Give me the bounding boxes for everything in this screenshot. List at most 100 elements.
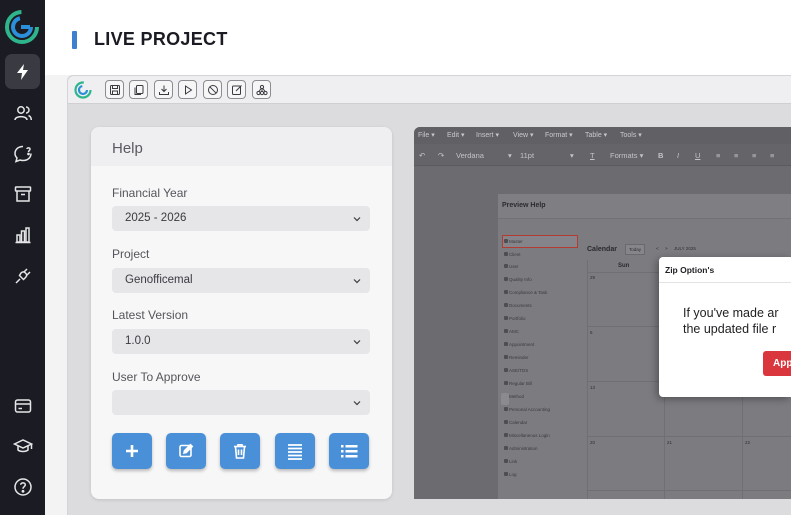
font-family-select[interactable]: Verdana (456, 151, 484, 160)
save-button[interactable] (105, 80, 124, 99)
financial-year-select[interactable]: 2025 - 2026 (112, 206, 370, 231)
underline-icon[interactable]: U (695, 151, 700, 160)
menu-item-icon (504, 342, 508, 346)
project-value: Genofficemal (125, 274, 193, 286)
download-icon (158, 85, 169, 95)
side-item: Personal Accounting (509, 407, 551, 412)
zip-options-dialog: Zip Option's If you've made ar the updat… (659, 257, 791, 397)
add-button[interactable] (112, 433, 152, 469)
side-item: Quality Info (509, 277, 532, 282)
align-left-icon[interactable]: ≡ (716, 151, 720, 160)
play-icon (184, 84, 192, 95)
side-item: AMC (509, 329, 519, 334)
edit-icon (179, 443, 194, 458)
nav-archive[interactable] (5, 176, 40, 211)
nav-reports[interactable] (5, 217, 40, 252)
redo-icon[interactable]: ↷ (438, 151, 444, 160)
align-center-icon[interactable]: ≡ (734, 151, 738, 160)
menu-item-icon (504, 472, 508, 476)
menu-edit[interactable]: Edit ▾ (447, 131, 465, 139)
chevron-down-icon (353, 401, 361, 406)
nav-live-project[interactable] (5, 54, 40, 89)
latest-version-label: Latest Version (112, 308, 189, 322)
list-button[interactable] (329, 433, 369, 469)
align-justify-icon[interactable]: ≡ (770, 151, 774, 160)
latest-version-select[interactable]: 1.0.0 (112, 329, 370, 354)
preview-help-title: Preview Help (498, 194, 791, 219)
cancel-button[interactable] (203, 80, 222, 99)
align-right-icon[interactable]: ≡ (752, 151, 756, 160)
side-item: Documents (509, 303, 532, 308)
side-item: Master (509, 239, 523, 244)
edit-button[interactable] (227, 80, 246, 99)
user-to-approve-select[interactable] (112, 390, 370, 415)
menu-item-icon (504, 433, 508, 437)
next-month-icon[interactable]: > (662, 244, 671, 255)
copy-button[interactable] (129, 80, 148, 99)
nav-integrations[interactable] (5, 258, 40, 293)
undo-icon[interactable]: ↶ (419, 151, 425, 160)
menu-table[interactable]: Table ▾ (585, 131, 607, 139)
menu-view[interactable]: View ▾ (513, 131, 534, 139)
hierarchy-button[interactable] (252, 80, 271, 99)
align-justify-button[interactable] (275, 433, 315, 469)
menu-item-icon (504, 316, 508, 320)
side-item: User (509, 264, 519, 269)
download-button[interactable] (154, 80, 173, 99)
menu-item-icon (504, 290, 508, 294)
menu-format[interactable]: Format ▾ (545, 131, 573, 139)
brand-logo[interactable] (5, 10, 39, 44)
align-justify-icon (288, 444, 302, 460)
toolbar-logo (74, 81, 92, 99)
prev-month-icon[interactable]: < (653, 244, 662, 255)
side-item: Compliance & Task (509, 290, 548, 295)
page-title: LIVE PROJECT (94, 29, 228, 49)
zip-message-line-2: the updated file r (683, 322, 777, 336)
project-select[interactable]: Genofficemal (112, 268, 370, 293)
menu-item-icon (504, 303, 508, 307)
menu-insert[interactable]: Insert ▾ (476, 131, 499, 139)
nav-training[interactable] (5, 428, 40, 463)
calendar-date: 13 (590, 385, 596, 390)
calendar-month: JULY 2025 (674, 246, 696, 251)
chevron-down-icon: ▾ (508, 151, 512, 160)
menu-item-icon (504, 329, 508, 333)
archive-icon (14, 185, 31, 202)
menu-item-icon (504, 277, 508, 281)
font-size-select[interactable]: 11pt (520, 151, 534, 160)
run-button[interactable] (178, 80, 197, 99)
menu-tools[interactable]: Tools ▾ (620, 131, 642, 139)
menu-item-icon (504, 381, 508, 385)
menu-file[interactable]: File ▾ (418, 131, 435, 139)
calendar-title: Calendar (587, 246, 617, 253)
nav-billing[interactable] (5, 388, 40, 423)
users-icon (13, 105, 32, 120)
save-icon (109, 84, 120, 95)
menu-item-icon (504, 355, 508, 359)
bold-icon[interactable]: B (658, 151, 663, 160)
apply-button[interactable]: App (763, 351, 791, 376)
list-icon (341, 445, 358, 458)
calendar-date: 22 (745, 440, 751, 445)
help-title: Help (91, 127, 392, 166)
formats-select[interactable]: Formats ▾ (610, 151, 643, 160)
menu-item-icon (504, 420, 508, 424)
edit-icon (231, 84, 242, 95)
italic-icon[interactable]: I (677, 151, 679, 160)
chevron-down-icon: ▾ (570, 151, 574, 160)
edit-record-button[interactable] (166, 433, 206, 469)
today-button[interactable]: Today (625, 244, 646, 255)
hierarchy-icon (255, 84, 268, 95)
side-item: Portfolio (509, 316, 526, 321)
calendar-date: 20 (590, 440, 596, 445)
graduation-cap-icon (12, 438, 33, 452)
chevron-down-icon (353, 279, 361, 284)
collapse-handle[interactable] (501, 393, 509, 405)
nav-help[interactable] (5, 469, 40, 504)
side-item: Miscellaneous Login (509, 433, 550, 438)
nav-users[interactable] (5, 95, 40, 130)
delete-button[interactable] (220, 433, 260, 469)
menu-item-icon (504, 264, 508, 268)
nav-support[interactable] (5, 136, 40, 171)
clear-format-icon[interactable]: T (590, 151, 595, 160)
